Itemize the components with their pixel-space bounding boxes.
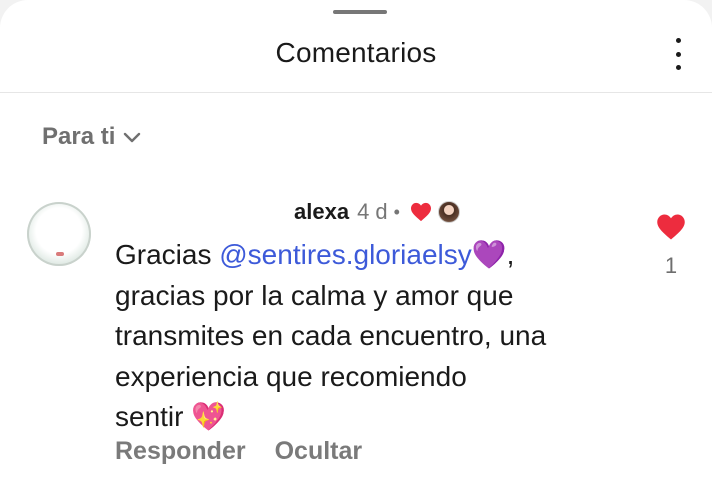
creator-liked-heart-icon (410, 202, 431, 222)
hide-button[interactable]: Ocultar (275, 437, 363, 466)
username-redacted (116, 200, 294, 224)
comment-text-before: Gracias (115, 239, 220, 270)
comment-text: Gracias @sentires.gloriaelsy💜, gracias p… (115, 235, 635, 438)
like-count: 1 (664, 253, 678, 278)
comment-meta: alexa 4 d • (116, 198, 460, 226)
creator-avatar (437, 201, 460, 223)
like-heart-icon[interactable] (656, 213, 686, 241)
sort-filter-dropdown[interactable]: Para ti (42, 123, 141, 151)
separator-dot: • (393, 201, 400, 222)
chevron-down-icon (124, 132, 141, 143)
filter-label: Para ti (42, 123, 116, 150)
username[interactable]: alexa (294, 199, 349, 225)
avatar[interactable] (27, 202, 91, 266)
comment-time: 4 d (357, 199, 388, 224)
drag-handle[interactable] (333, 10, 387, 14)
reply-button[interactable]: Responder (115, 437, 246, 466)
mention-link[interactable]: @sentires.gloriaelsy (219, 239, 472, 270)
header: Comentarios (0, 18, 712, 93)
more-vertical-icon[interactable] (666, 38, 690, 70)
comment-actions: Responder Ocultar (115, 437, 362, 466)
page-title: Comentarios (275, 37, 437, 68)
comments-sheet: Comentarios Para ti alexa 4 d • Gracias … (0, 0, 712, 480)
